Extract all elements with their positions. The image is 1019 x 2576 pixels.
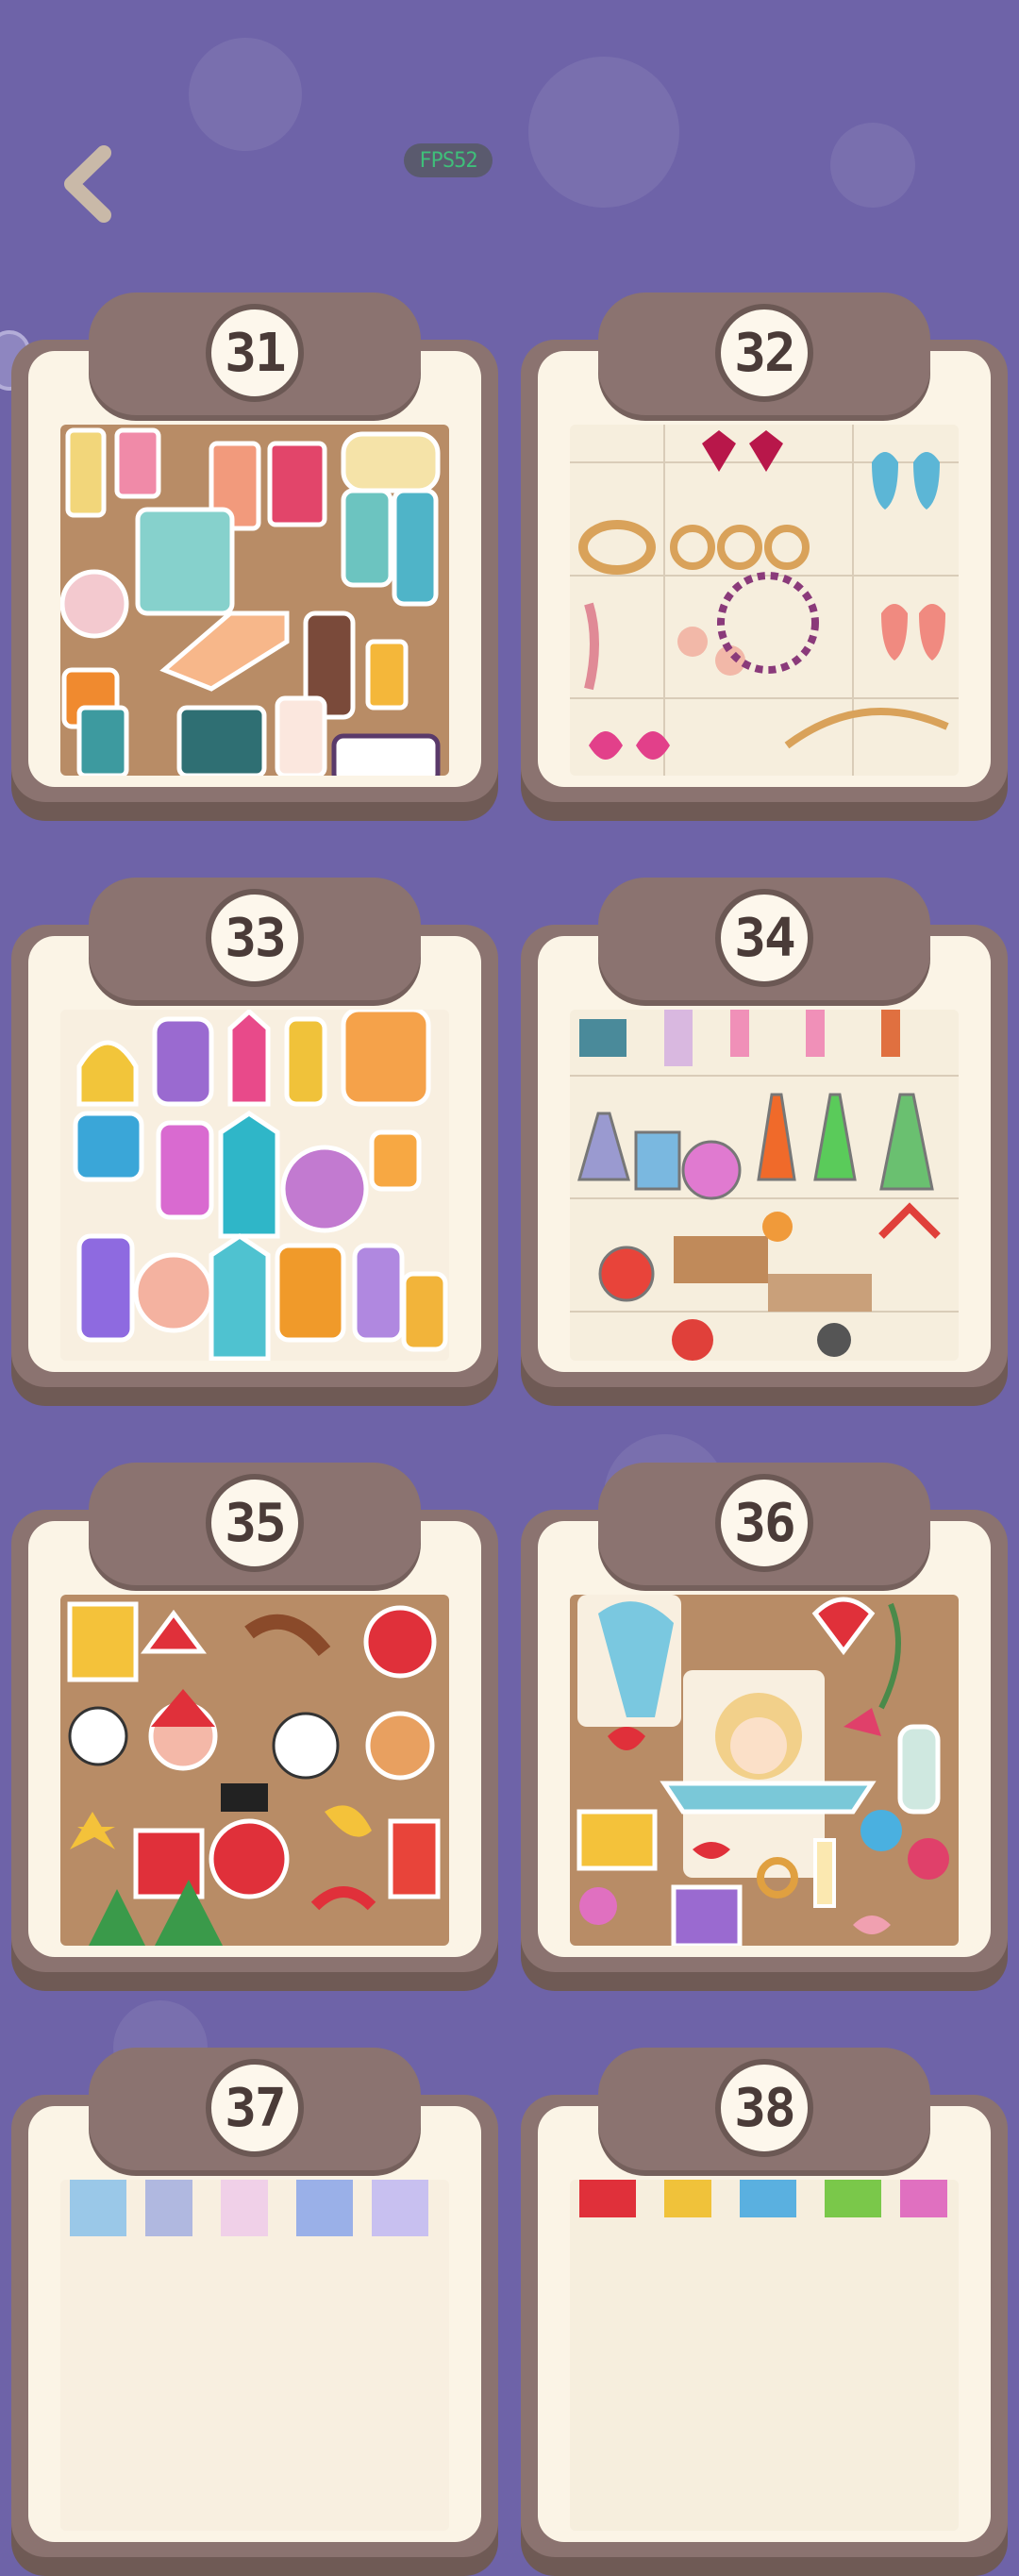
level-card-32[interactable]: 32 bbox=[521, 293, 1008, 821]
level-card-35[interactable]: 35 bbox=[11, 1463, 498, 1991]
level-card-34[interactable]: 34 bbox=[521, 878, 1008, 1406]
level-number: 37 bbox=[206, 2059, 304, 2157]
level-number: 31 bbox=[206, 304, 304, 402]
level-31-artwork bbox=[60, 425, 449, 776]
level-35-artwork bbox=[60, 1595, 449, 1946]
level-card-33[interactable]: 33 bbox=[11, 878, 498, 1406]
level-card-37[interactable]: 37 bbox=[11, 2048, 498, 2576]
chevron-left-icon bbox=[64, 145, 111, 223]
level-33-artwork bbox=[60, 1010, 449, 1361]
level-number: 34 bbox=[715, 889, 813, 987]
fps-counter: FPS52 bbox=[404, 143, 493, 177]
level-34-artwork bbox=[570, 1010, 959, 1361]
background-bubble bbox=[189, 38, 302, 151]
level-card-36[interactable]: 36 bbox=[521, 1463, 1008, 1991]
back-button[interactable] bbox=[49, 142, 125, 226]
level-number: 35 bbox=[206, 1474, 304, 1572]
background-bubble bbox=[528, 57, 679, 208]
level-37-artwork bbox=[60, 2180, 449, 2531]
level-number: 38 bbox=[715, 2059, 813, 2157]
level-card-38[interactable]: 38 bbox=[521, 2048, 1008, 2576]
level-38-artwork bbox=[570, 2180, 959, 2531]
level-number: 32 bbox=[715, 304, 813, 402]
background-bubble bbox=[830, 123, 915, 208]
level-card-31[interactable]: 31 bbox=[11, 293, 498, 821]
level-36-artwork bbox=[570, 1595, 959, 1946]
level-32-artwork bbox=[570, 425, 959, 776]
level-number: 36 bbox=[715, 1474, 813, 1572]
level-number: 33 bbox=[206, 889, 304, 987]
